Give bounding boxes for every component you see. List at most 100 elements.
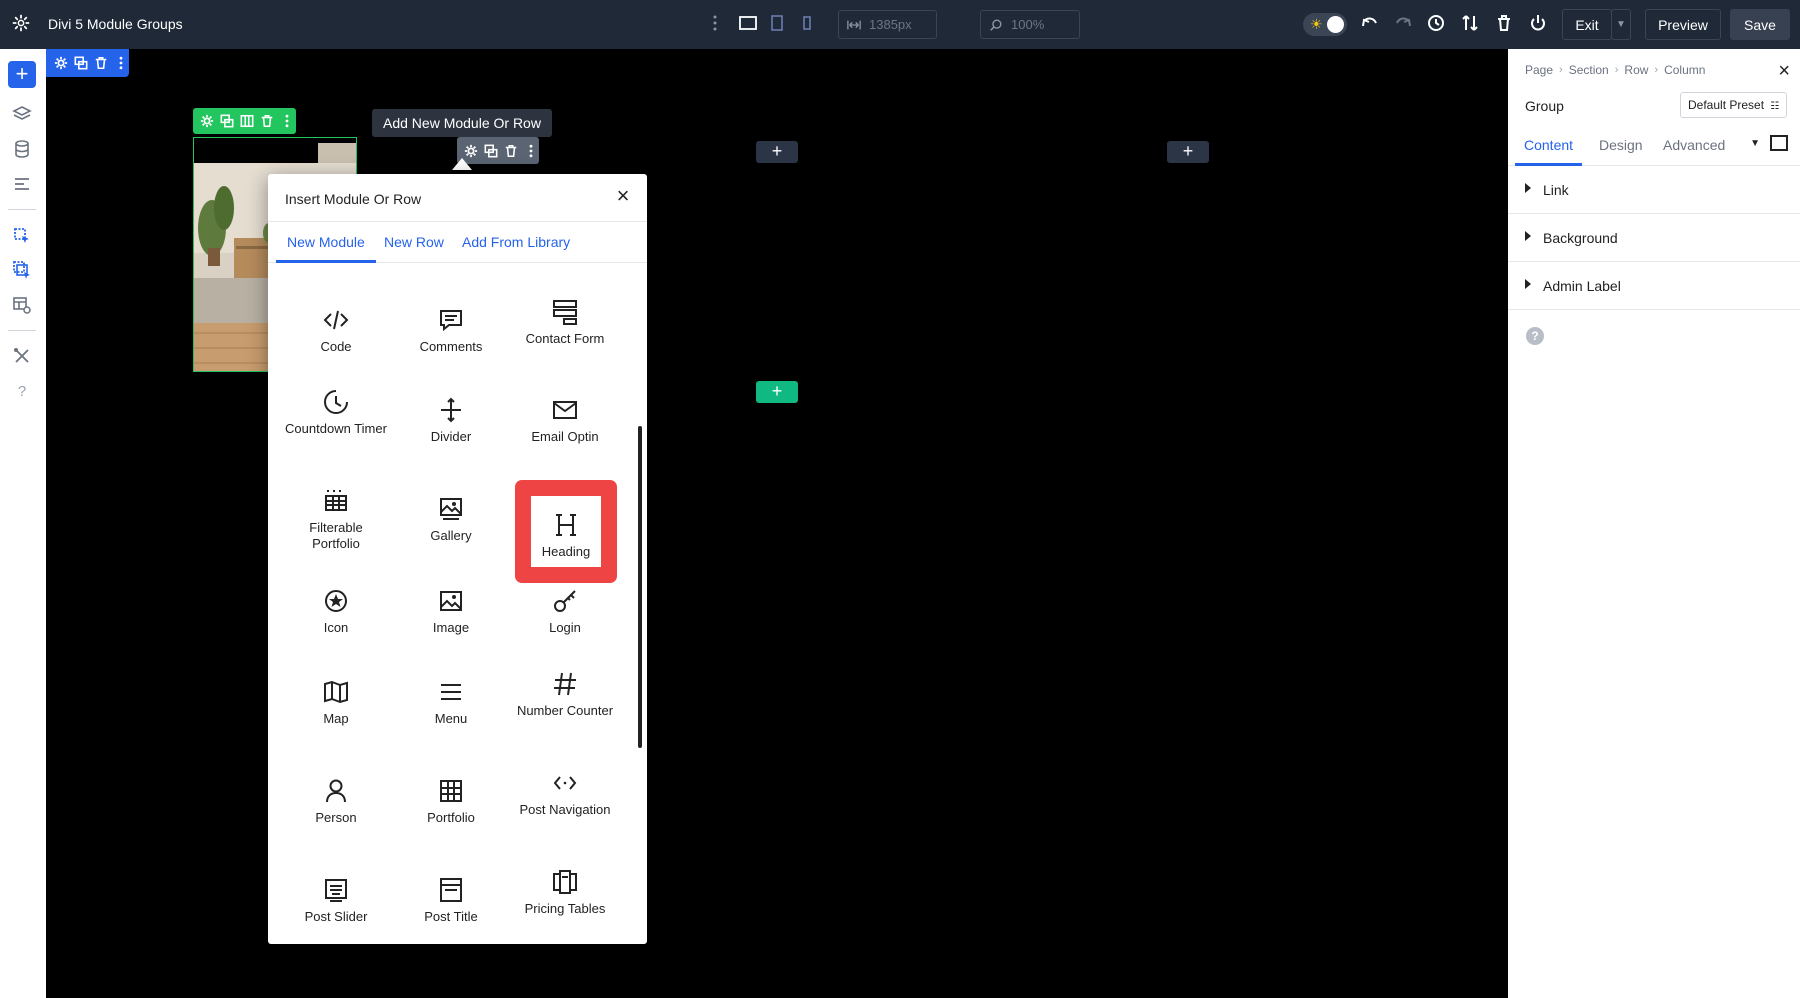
module-item-post-slider[interactable]: Post Slider [285, 875, 387, 925]
module-label: Countdown Timer [285, 421, 387, 436]
module-duplicate-icon[interactable] [483, 143, 498, 158]
close-icon[interactable]: × [1778, 61, 1790, 81]
help-icon[interactable]: ? [10, 379, 34, 403]
module-item-comments[interactable]: Comments [400, 305, 502, 355]
row-columns-icon[interactable] [239, 114, 254, 129]
chevron-down-icon[interactable]: ▼ [1750, 138, 1760, 149]
save-button[interactable]: Save [1730, 9, 1790, 40]
module-item-image[interactable]: Image [400, 586, 502, 636]
tab-design[interactable]: Design [1599, 131, 1643, 166]
module-item-filterable-portfolio[interactable]: Filterable Portfolio [285, 486, 387, 552]
module-item-portfolio[interactable]: Portfolio [400, 776, 502, 826]
row-duplicate-icon[interactable] [219, 114, 234, 129]
responsive-view-icon[interactable] [1770, 135, 1788, 151]
exit-dropdown-icon[interactable]: ▼ [1611, 9, 1631, 40]
add-module-button[interactable]: + [756, 141, 798, 163]
preset-select[interactable]: Default Preset ☷ [1680, 92, 1787, 118]
module-item-person[interactable]: Person [285, 776, 387, 826]
map-icon [321, 677, 351, 707]
row-settings-icon[interactable] [199, 114, 214, 129]
tablet-view-icon[interactable] [766, 12, 788, 34]
module-item-gallery[interactable]: Gallery [400, 494, 502, 544]
theme-toggle[interactable]: ☀ [1303, 13, 1347, 36]
module-item-contact-form[interactable]: Contact Form [514, 297, 616, 347]
database-icon[interactable] [10, 137, 34, 161]
modal-scrollbar[interactable] [638, 426, 642, 748]
row-delete-icon[interactable] [259, 114, 274, 129]
module-item-divider[interactable]: Divider [400, 395, 502, 445]
module-item-menu[interactable]: Menu [400, 677, 502, 727]
tab-advanced[interactable]: Advanced [1663, 131, 1725, 166]
layout-settings-icon[interactable] [10, 293, 34, 317]
login-icon [550, 586, 580, 616]
tab-content[interactable]: Content [1515, 131, 1582, 166]
accordion-admin-label[interactable]: Admin Label [1508, 262, 1800, 310]
help-icon[interactable]: ? [1526, 327, 1544, 345]
add-module-button[interactable]: + [1167, 141, 1209, 163]
module-item-pricing-tables[interactable]: Pricing Tables [514, 867, 616, 917]
add-element-button[interactable]: + [8, 61, 36, 88]
module-delete-icon[interactable] [503, 143, 518, 158]
preset-manager-icon[interactable] [10, 224, 34, 248]
expand-arrow-icon [1525, 183, 1531, 193]
redo-icon[interactable] [1392, 12, 1414, 34]
module-item-post-title[interactable]: Post Title [400, 875, 502, 925]
phone-view-icon[interactable] [796, 12, 818, 34]
section-duplicate-icon[interactable] [73, 56, 88, 71]
module-item-heading[interactable]: Heading [515, 480, 617, 583]
accordion-background[interactable]: Background [1508, 214, 1800, 262]
module-item-email-optin[interactable]: Email Optin [514, 395, 616, 445]
chevron-right-icon: › [1559, 64, 1563, 76]
canvas-width-field[interactable]: 1385px [838, 10, 937, 39]
undo-icon[interactable] [1359, 12, 1381, 34]
icon-module-icon [321, 586, 351, 616]
portfolio-icon [436, 776, 466, 806]
breadcrumb-page[interactable]: Page [1525, 63, 1553, 77]
section-more-icon[interactable] [113, 56, 128, 71]
module-item-code[interactable]: Code [285, 305, 387, 355]
zoom-field[interactable]: 100% [980, 10, 1080, 39]
accordion-link[interactable]: Link [1508, 166, 1800, 214]
breadcrumb-row[interactable]: Row [1624, 63, 1648, 77]
tab-add-from-library[interactable]: Add From Library [462, 222, 570, 263]
module-item-icon[interactable]: Icon [285, 586, 387, 636]
module-more-icon[interactable] [523, 143, 538, 158]
expand-arrow-icon [1525, 231, 1531, 241]
page-settings-icon[interactable] [10, 172, 34, 196]
tab-new-module[interactable]: New Module [276, 222, 376, 263]
settings-gear-icon[interactable] [12, 14, 30, 32]
section-delete-icon[interactable] [93, 56, 108, 71]
global-presets-icon[interactable] [10, 258, 34, 282]
module-label: Email Optin [531, 429, 598, 444]
module-item-number-counter[interactable]: Number Counter [514, 669, 616, 719]
canvas-width-value: 1385px [869, 17, 912, 32]
add-row-button[interactable]: + [756, 381, 798, 403]
desktop-view-icon[interactable] [737, 12, 759, 34]
row-more-icon[interactable] [279, 114, 294, 129]
tab-new-row[interactable]: New Row [384, 222, 444, 263]
module-item-login[interactable]: Login [514, 586, 616, 636]
email-optin-icon [550, 395, 580, 425]
preview-button[interactable]: Preview [1645, 9, 1721, 40]
history-icon[interactable] [1425, 12, 1447, 34]
zoom-value: 100% [1011, 17, 1044, 32]
module-item-post-navigation[interactable]: Post Navigation [514, 768, 616, 818]
exit-button[interactable]: Exit [1562, 9, 1612, 40]
breadcrumb-section[interactable]: Section [1569, 63, 1609, 77]
portability-icon[interactable] [1459, 12, 1481, 34]
breadcrumb-column[interactable]: Column [1664, 63, 1705, 77]
more-options-icon[interactable] [704, 12, 726, 34]
trash-icon[interactable] [1493, 12, 1515, 34]
layers-icon[interactable] [10, 102, 34, 126]
power-icon[interactable] [1527, 12, 1549, 34]
tools-icon[interactable] [10, 344, 34, 368]
module-item-map[interactable]: Map [285, 677, 387, 727]
close-icon[interactable]: × [613, 186, 633, 206]
image-icon [436, 586, 466, 616]
accordion-label: Background [1543, 230, 1618, 246]
heading-item-inner: Heading [531, 496, 601, 567]
module-item-countdown-timer[interactable]: Countdown Timer [285, 387, 387, 437]
section-settings-icon[interactable] [53, 56, 68, 71]
modal-tabs: New Module New Row Add From Library [268, 221, 647, 263]
module-settings-icon[interactable] [463, 143, 478, 158]
